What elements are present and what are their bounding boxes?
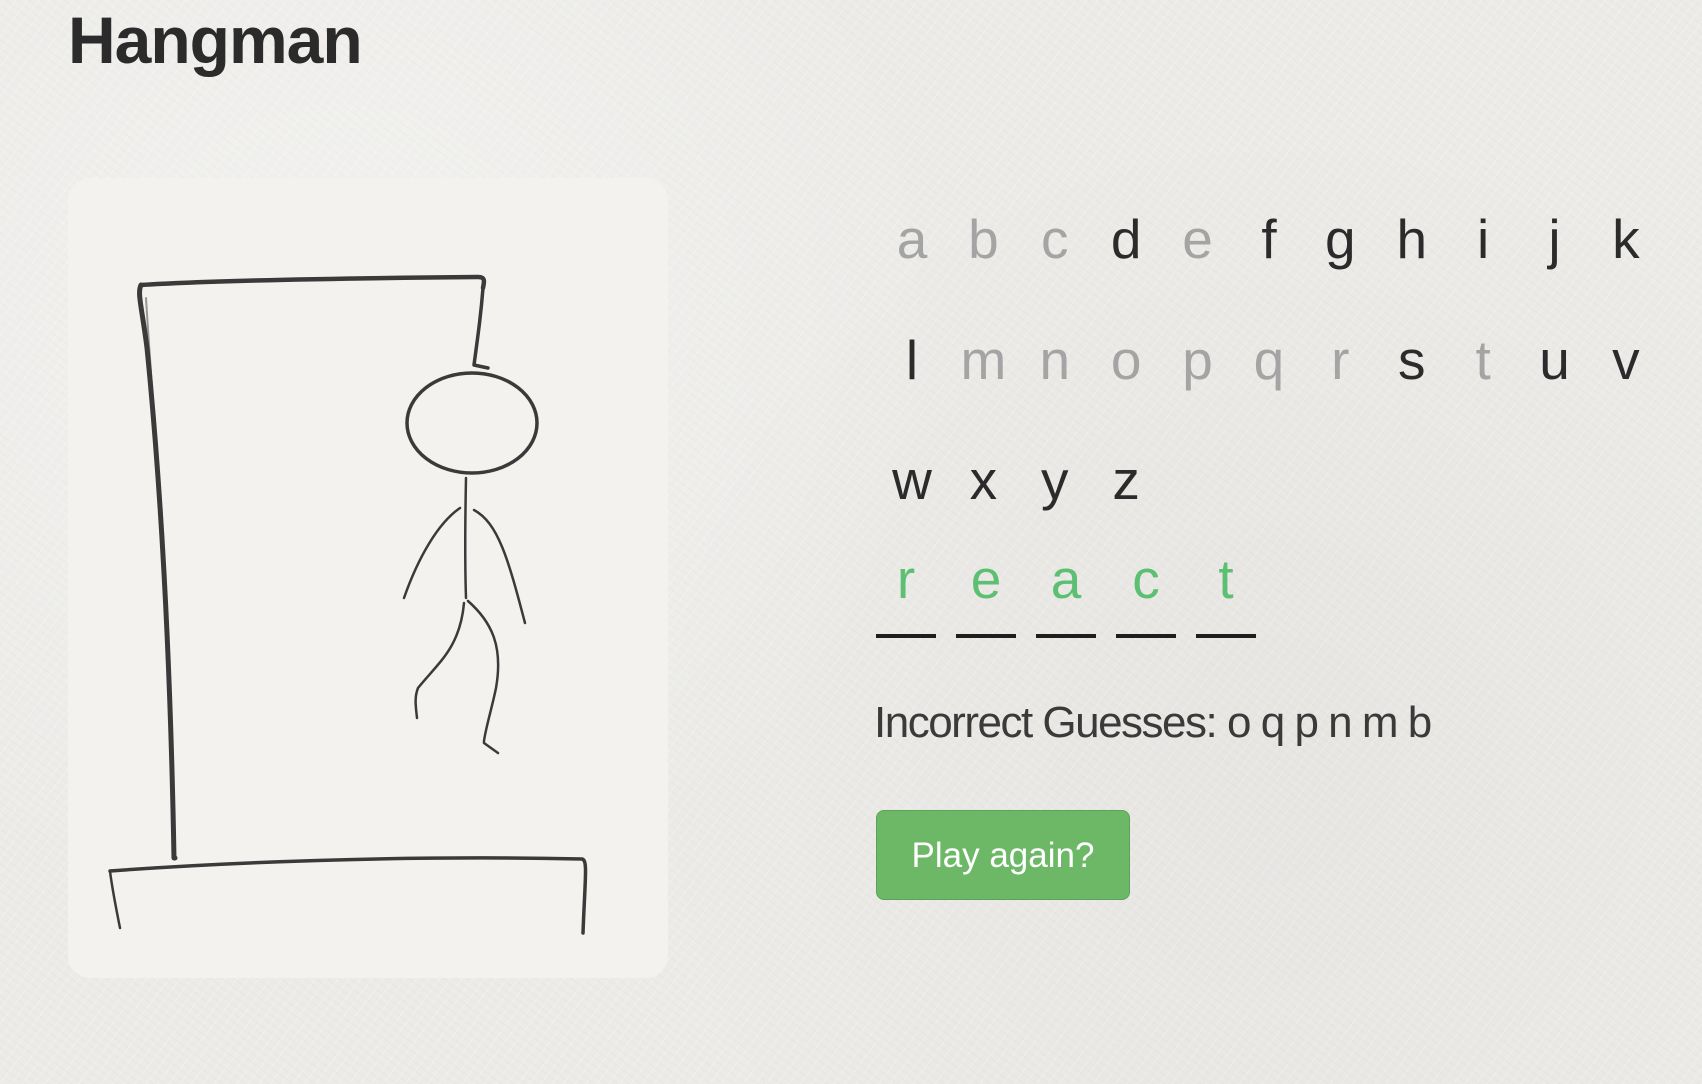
hangman-body — [464, 476, 468, 600]
letter-key-x[interactable]: x — [951, 436, 1015, 524]
word-slot-letter: r — [896, 548, 916, 610]
incorrect-guess-letter: b — [1407, 698, 1432, 747]
letter-key-g[interactable]: g — [1308, 195, 1372, 283]
hangman-right-arm — [472, 508, 527, 625]
word-display: react — [876, 544, 1256, 638]
hangman-left-leg — [414, 601, 466, 720]
letter-key-m: m — [960, 328, 1007, 391]
gallows-beam — [138, 274, 487, 291]
word-slot: t — [1196, 544, 1256, 638]
gallows-base-left-leg — [108, 869, 122, 930]
hangman-head — [405, 371, 539, 475]
letter-key-j[interactable]: j — [1523, 195, 1587, 283]
letter-key-h[interactable]: h — [1380, 195, 1444, 283]
incorrect-guess-letter: o — [1227, 698, 1251, 747]
gallows-post — [137, 282, 178, 861]
play-again-button[interactable]: Play again? — [876, 810, 1130, 900]
letter-key-v[interactable]: v — [1594, 316, 1658, 404]
word-slot-underline — [956, 634, 1016, 638]
incorrect-guess-letter: n — [1328, 698, 1352, 747]
word-slot-letter: t — [1218, 548, 1234, 610]
word-slot: r — [876, 544, 936, 638]
word-slot-underline — [876, 634, 936, 638]
letter-key-c: c — [1041, 208, 1069, 270]
hangman-drawing — [108, 274, 588, 935]
incorrect-guesses-label: Incorrect Guesses: — [874, 698, 1218, 747]
word-slot-letter: a — [1050, 548, 1082, 610]
letter-key-y[interactable]: y — [1023, 436, 1087, 524]
letter-key-s[interactable]: s — [1380, 316, 1444, 404]
letter-keyboard: abcdefghijk lmnopqrstuv wxyz — [880, 195, 1680, 557]
letter-key-e: e — [1182, 208, 1213, 270]
incorrect-guess-letter: p — [1294, 698, 1318, 747]
letter-key-f[interactable]: f — [1237, 195, 1301, 283]
letter-key-k[interactable]: k — [1594, 195, 1658, 283]
gallows-base — [108, 856, 588, 935]
letter-key-t: t — [1475, 328, 1491, 391]
incorrect-guess-letter: q — [1260, 698, 1285, 747]
letter-key-b: b — [968, 208, 999, 270]
letter-key-u[interactable]: u — [1523, 316, 1587, 404]
word-slot-letter: c — [1132, 548, 1160, 610]
letter-key-p: p — [1182, 328, 1213, 391]
incorrect-guess-letter: m — [1361, 698, 1399, 747]
hangman-right-leg — [466, 599, 500, 755]
letter-key-i[interactable]: i — [1451, 195, 1515, 283]
word-slot-letter: e — [970, 548, 1002, 610]
word-slot: e — [956, 544, 1016, 638]
letter-key-n: n — [1039, 328, 1071, 391]
word-slot-underline — [1196, 634, 1256, 638]
letter-key-l[interactable]: l — [880, 316, 944, 404]
incorrect-guesses: Incorrect Guesses: o q p n m b — [874, 693, 1432, 753]
word-slot-underline — [1116, 634, 1176, 638]
word-slot: a — [1036, 544, 1096, 638]
letter-key-o: o — [1110, 328, 1142, 391]
word-slot: c — [1116, 544, 1176, 638]
letter-key-a: a — [896, 208, 928, 270]
hangman-drawing-card — [68, 178, 668, 978]
letter-key-r: r — [1331, 328, 1350, 391]
letter-key-z[interactable]: z — [1094, 436, 1158, 524]
letter-key-d[interactable]: d — [1094, 195, 1158, 283]
word-slot-underline — [1036, 634, 1096, 638]
letter-key-q: q — [1253, 328, 1285, 391]
gallows-rope — [472, 286, 490, 370]
hangman-left-arm — [402, 506, 462, 600]
page-title: Hangman — [68, 3, 363, 77]
incorrect-guesses-letters: o q p n m b — [1227, 698, 1432, 747]
letter-key-w[interactable]: w — [880, 436, 944, 524]
